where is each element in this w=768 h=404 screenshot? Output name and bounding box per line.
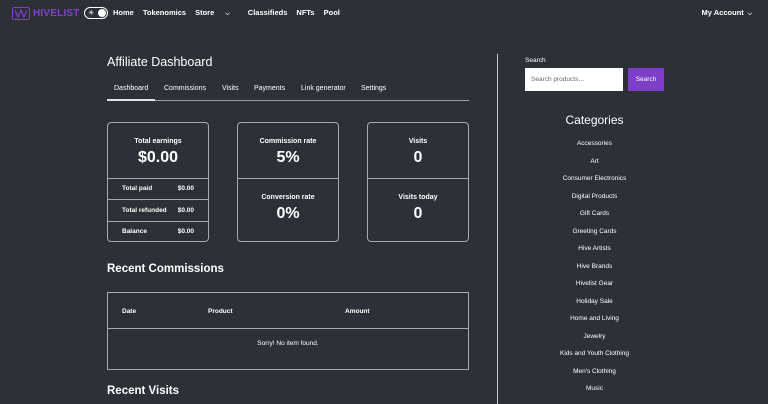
categories-title: Categories xyxy=(565,113,624,127)
column-header-date: Date xyxy=(122,308,137,315)
column-header-amount: Amount xyxy=(345,308,370,315)
commission-card: Commission rate 5% Conversion rate 0% xyxy=(237,122,339,242)
category-link-holiday-sale[interactable]: Holiday Sale xyxy=(520,297,669,315)
recent-commissions-title: Recent Commissions xyxy=(107,263,224,275)
recent-visits-title: Recent Visits xyxy=(107,385,180,397)
category-link-kids-and-youth-clothing[interactable]: Kids and Youth Clothing xyxy=(520,349,669,367)
search-label: Search xyxy=(525,57,546,64)
category-link-mens-clothing[interactable]: Men's Clothing xyxy=(520,367,669,385)
category-link-greeting-cards[interactable]: Greeting Cards xyxy=(520,227,669,245)
nav-link-home[interactable]: Home xyxy=(113,8,134,18)
category-link-music[interactable]: Music xyxy=(520,384,669,402)
visits-today-value: 0 xyxy=(413,205,423,222)
nav-link-classifieds[interactable]: Classifieds xyxy=(248,8,288,18)
top-nav: HIVELIST ☀ Home Tokenomics Store ⌵ Classi… xyxy=(0,0,768,27)
hivelist-logo-icon xyxy=(12,6,30,20)
category-link-jewelry[interactable]: Jewelry xyxy=(520,332,669,350)
tab-commissions[interactable]: Commissions xyxy=(164,85,206,92)
nav-link-store[interactable]: Store ⌵ xyxy=(195,8,239,18)
nav-links: Home Tokenomics Store ⌵ Classifieds NFTs … xyxy=(113,8,349,18)
conversion-rate-label: Conversion rate xyxy=(261,194,315,201)
chevron-down-icon: ⌵ xyxy=(225,11,230,17)
balance-label: Balance xyxy=(122,228,147,235)
sidebar-divider xyxy=(497,54,498,404)
nav-link-tokenomics[interactable]: Tokenomics xyxy=(143,8,186,18)
affiliate-tabs: Dashboard Commissions Visits Payments Li… xyxy=(106,80,469,101)
divider xyxy=(108,328,468,329)
divider xyxy=(108,221,208,222)
column-header-product: Product xyxy=(208,308,233,315)
visits-value: 0 xyxy=(413,149,423,166)
categories-list: Accessories Art Consumer Electronics Dig… xyxy=(520,139,669,402)
nav-link-nfts[interactable]: NFTs xyxy=(296,8,314,18)
category-link-consumer-electronics[interactable]: Consumer Electronics xyxy=(520,174,669,192)
category-link-accessories[interactable]: Accessories xyxy=(520,139,669,157)
my-account-label: My Account xyxy=(701,8,744,17)
total-refunded-label: Total refunded xyxy=(122,207,167,214)
brand-name: HIVELIST xyxy=(33,7,80,19)
visits-card: Visits 0 Visits today 0 xyxy=(367,122,469,242)
category-link-hive-artists[interactable]: Hive Artists xyxy=(520,244,669,262)
category-link-art[interactable]: Art xyxy=(520,157,669,175)
total-earnings-value: $0.00 xyxy=(137,149,179,166)
search-input[interactable] xyxy=(525,68,623,91)
tab-payments[interactable]: Payments xyxy=(254,85,285,92)
category-link-hive-brands[interactable]: Hive Brands xyxy=(520,262,669,280)
tab-link-generator[interactable]: Link generator xyxy=(301,85,346,92)
nav-link-pool[interactable]: Pool xyxy=(324,8,340,18)
commission-rate-label: Commission rate xyxy=(259,138,317,145)
category-link-gift-cards[interactable]: Gift Cards xyxy=(520,209,669,227)
brand-logo[interactable]: HIVELIST xyxy=(12,6,80,20)
divider xyxy=(368,178,468,179)
category-link-home-and-living[interactable]: Home and Living xyxy=(520,314,669,332)
divider xyxy=(238,178,338,179)
nav-link-store-label: Store xyxy=(195,8,215,17)
total-earnings-label: Total earnings xyxy=(134,138,182,145)
balance-value: $0.00 xyxy=(177,228,194,235)
empty-message: Sorry! No item found. xyxy=(257,340,319,347)
search-button[interactable]: Search xyxy=(628,68,664,91)
category-link-digital-products[interactable]: Digital Products xyxy=(520,192,669,210)
visits-label: Visits xyxy=(408,138,428,145)
toggle-knob xyxy=(98,9,106,17)
recent-commissions-table: Date Product Amount Sorry! No item found… xyxy=(107,292,469,370)
visits-today-label: Visits today xyxy=(398,194,438,201)
tab-settings[interactable]: Settings xyxy=(361,85,386,92)
tab-dashboard[interactable]: Dashboard xyxy=(106,85,156,101)
divider xyxy=(108,178,208,179)
my-account-menu[interactable]: My Account ⌵ xyxy=(702,8,752,18)
chevron-down-icon: ⌵ xyxy=(745,11,752,17)
page-title: Affiliate Dashboard xyxy=(107,55,213,69)
total-refunded-value: $0.00 xyxy=(177,207,194,214)
earnings-card: Total earnings $0.00 Total paid $0.00 To… xyxy=(107,122,209,242)
divider xyxy=(108,199,208,200)
theme-toggle[interactable]: ☀ xyxy=(84,7,108,19)
total-paid-label: Total paid xyxy=(122,185,153,192)
tab-visits[interactable]: Visits xyxy=(222,85,239,92)
total-paid-value: $0.00 xyxy=(177,185,194,192)
commission-rate-value: 5% xyxy=(276,149,300,166)
sun-icon: ☀ xyxy=(88,10,95,17)
category-link-hivelist-gear[interactable]: Hivelist Gear xyxy=(520,279,669,297)
conversion-rate-value: 0% xyxy=(276,205,300,222)
